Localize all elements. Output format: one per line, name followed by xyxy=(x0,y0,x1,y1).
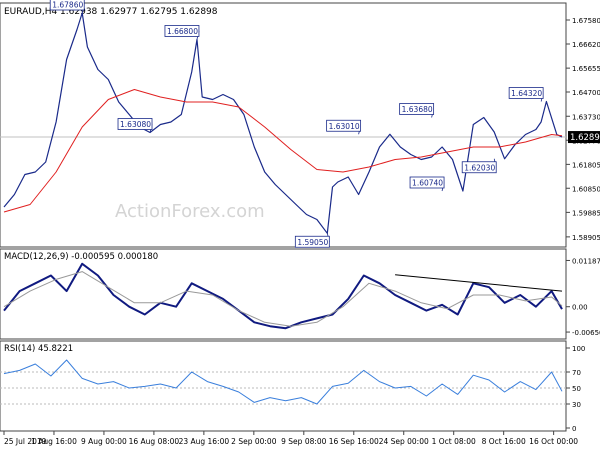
x-tick-label: 1 Oct 08:00 xyxy=(432,437,476,446)
x-tick-label: 16 Oct 00:00 xyxy=(529,437,578,446)
x-tick-label: 16 Sep 16:00 xyxy=(329,437,379,446)
y-tick-label: 1.58905 xyxy=(572,234,600,242)
annotation-label: 1.60740 xyxy=(412,179,443,188)
y-tick-label: 70 xyxy=(572,369,581,377)
annotation-label: 1.63010 xyxy=(329,122,360,131)
y-tick-label: 100 xyxy=(572,345,585,353)
x-tick-label: 24 Sep 00:00 xyxy=(379,437,429,446)
y-tick-label: 1.66620 xyxy=(572,41,600,49)
annotation-label: 1.64320 xyxy=(511,89,542,98)
y-tick-label: 1.60850 xyxy=(572,185,600,193)
x-tick-label: 2 Sep 00:00 xyxy=(231,437,277,446)
annotation-label: 1.63080 xyxy=(120,120,151,129)
annotation-label: 1.67860 xyxy=(52,1,83,10)
rsi-panel-frame xyxy=(0,340,567,432)
y-tick-label: 1.67580 xyxy=(572,17,600,25)
y-tick-label: 1.65655 xyxy=(572,65,600,73)
annotation-label: 1.63680 xyxy=(402,105,433,114)
x-tick-label: 8 Oct 16:00 xyxy=(482,437,526,446)
x-tick-label: 16 Aug 08:00 xyxy=(129,437,180,446)
price-panel: EURAUD,H4 1.62938 1.62977 1.62795 1.6289… xyxy=(0,0,600,248)
x-tick-label: 23 Aug 16:00 xyxy=(179,437,230,446)
macd-header: MACD(12,26,9) -0.000595 0.000180 xyxy=(4,252,158,262)
annotation-label: 1.62030 xyxy=(464,163,495,172)
x-tick-label: 9 Sep 08:00 xyxy=(281,437,327,446)
y-tick-label: -0.006502 xyxy=(572,329,600,337)
y-tick-label: 1.61805 xyxy=(572,161,600,169)
rsi-panel: RSI(14) 45.8221 100 70 50 30 0 xyxy=(0,340,585,433)
x-tick-label: 1 Aug 16:00 xyxy=(31,437,77,446)
current-price-label: 1.62898 xyxy=(570,133,600,143)
annotation-label: 1.59050 xyxy=(297,238,328,247)
y-tick-label: 50 xyxy=(572,385,581,393)
macd-panel: MACD(12,26,9) -0.000595 0.000180 0.01187… xyxy=(0,248,600,340)
chart-root: EURAUD,H4 1.62938 1.62977 1.62795 1.6289… xyxy=(0,0,600,450)
y-tick-label: 0.01187 xyxy=(572,257,600,265)
rsi-header: RSI(14) 45.8221 xyxy=(4,344,73,354)
watermark: ActionForex.com xyxy=(115,201,265,222)
y-tick-label: 1.63730 xyxy=(572,113,600,121)
y-tick-label: 0.00 xyxy=(572,304,588,312)
annotation-label: 1.66800 xyxy=(167,27,198,36)
y-tick-label: 0 xyxy=(572,425,576,433)
y-tick-label: 30 xyxy=(572,401,581,409)
x-tick-label: 9 Aug 00:00 xyxy=(81,437,127,446)
price-header: EURAUD,H4 1.62938 1.62977 1.62795 1.6289… xyxy=(4,7,218,17)
y-tick-label: 1.59885 xyxy=(572,209,600,217)
price-panel-frame xyxy=(0,2,567,248)
y-tick-label: 1.64700 xyxy=(572,89,600,97)
